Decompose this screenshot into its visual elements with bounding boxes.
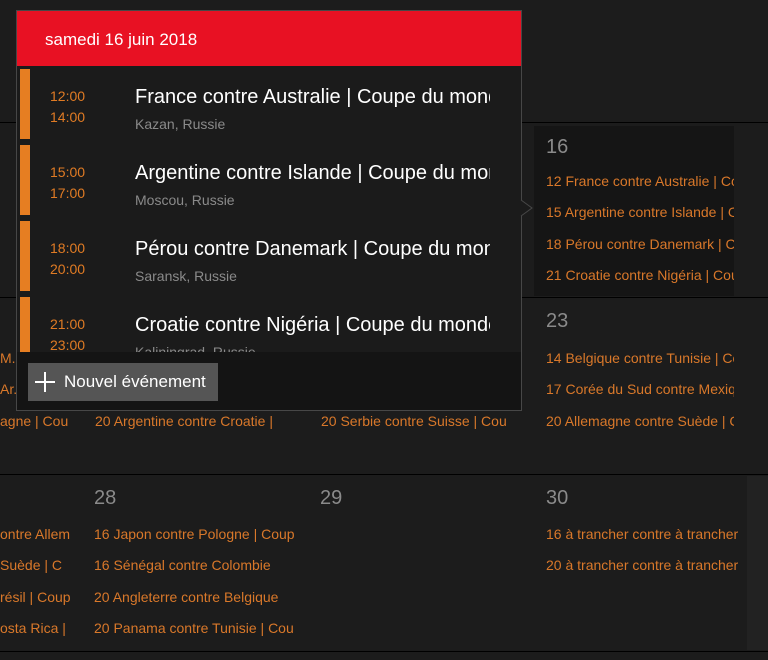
day-number: 16 (546, 136, 569, 158)
day-number: 23 (546, 310, 569, 332)
appointment-color-bar (20, 69, 30, 139)
calendar-event-fragment[interactable]: agne | Cou (0, 413, 70, 429)
calendar-event-fragment[interactable]: Suède | C (0, 557, 70, 573)
appointment-item[interactable]: 12:00 14:00 France contre Australie | Co… (17, 69, 521, 139)
calendar-event-fragment[interactable]: résil | Coup (0, 589, 70, 605)
appointment-color-bar (20, 145, 30, 215)
appointment-color-bar (20, 221, 30, 291)
appointment-start-time: 12:00 (50, 88, 86, 104)
appointment-end-time: 14:00 (50, 109, 86, 125)
appointment-end-time: 20:00 (50, 261, 86, 277)
calendar-event[interactable]: 20 Panama contre Tunisie | Coupe du mond… (94, 620, 294, 636)
calendar-event[interactable]: 21 Croatie contre Nigéria | Coupe du mon… (546, 267, 734, 283)
flyout-header: samedi 16 juin 2018 (17, 11, 521, 66)
flyout-date-title: samedi 16 juin 2018 (45, 30, 198, 49)
calendar-event[interactable]: 14 Belgique contre Tunisie | Coupe du mo… (546, 350, 734, 366)
appointment-item[interactable]: 21:00 23:00 Croatie contre Nigéria | Cou… (17, 297, 521, 352)
day-details-flyout: samedi 16 juin 2018 12:00 14:00 France c… (16, 10, 522, 411)
new-event-label: Nouvel événement (64, 372, 206, 391)
appointment-title: Argentine contre Islande | Coupe du mond… (135, 162, 490, 184)
day-number: 30 (546, 487, 569, 509)
calendar-event[interactable]: 20 à trancher contre à trancher (546, 557, 746, 573)
flyout-footer: Nouvel événement (17, 352, 521, 410)
appointment-start-time: 21:00 (50, 316, 86, 332)
calendar-event[interactable]: 20 Angleterre contre Belgique (94, 589, 294, 605)
calendar-event[interactable]: 16 à trancher contre à trancher (546, 526, 746, 542)
calendar-event-fragment[interactable]: ontre Allem (0, 526, 70, 542)
appointment-list[interactable]: 12:00 14:00 France contre Australie | Co… (17, 66, 521, 352)
calendar-event[interactable]: 20 Allemagne contre Suède | Coupe du mon… (546, 413, 734, 429)
day-cell-23[interactable]: 23 14 Belgique contre Tunisie | Coupe du… (534, 300, 734, 470)
day-cell-28[interactable]: 28 16 Japon contre Pologne | Coupe du mo… (82, 477, 296, 649)
plus-icon (34, 371, 56, 393)
day-number: 29 (320, 487, 343, 509)
calendar-event[interactable]: 16 Japon contre Pologne | Coupe du monde (94, 526, 294, 542)
appointment-end-time: 17:00 (50, 185, 86, 201)
appointment-location: Kazan, Russie (135, 116, 226, 132)
calendar-event[interactable]: 18 Pérou contre Danemark | Coupe du mond… (546, 236, 734, 252)
calendar-event[interactable]: 12 France contre Australie | Coupe du mo… (546, 173, 734, 189)
calendar-event[interactable]: 17 Corée du Sud contre Mexique (546, 381, 734, 397)
day-number: 28 (94, 487, 117, 509)
calendar-event[interactable]: 15 Argentine contre Islande | Coupe du m… (546, 204, 734, 220)
calendar-event[interactable]: 20 Argentine contre Croatie | (95, 413, 295, 429)
calendar-event-fragment[interactable]: osta Rica | (0, 620, 66, 636)
appointment-start-time: 18:00 (50, 240, 86, 256)
appointment-end-time: 23:00 (50, 337, 86, 352)
appointment-title: France contre Australie | Coupe du monde (135, 86, 490, 108)
appointment-start-time: 15:00 (50, 164, 86, 180)
appointment-title: Pérou contre Danemark | Coupe du monde (135, 238, 490, 260)
day-cell-16[interactable]: 16 12 France contre Australie | Coupe du… (534, 126, 734, 296)
flyout-pointer-icon (520, 200, 533, 216)
new-event-button[interactable]: Nouvel événement (28, 363, 218, 401)
week-divider (0, 651, 768, 652)
day-cell-30[interactable]: 30 16 à trancher contre à trancher 20 à … (534, 477, 748, 649)
appointment-location: Moscou, Russie (135, 192, 235, 208)
appointment-location: Saransk, Russie (135, 268, 237, 284)
appointment-location: Kaliningrad, Russie (135, 344, 256, 352)
appointment-color-bar (20, 297, 30, 352)
appointment-item[interactable]: 15:00 17:00 Argentine contre Islande | C… (17, 145, 521, 215)
scrollbar-track[interactable] (747, 476, 768, 650)
appointment-title: Croatie contre Nigéria | Coupe du monde (135, 314, 490, 336)
calendar-event[interactable]: 16 Sénégal contre Colombie (94, 557, 294, 573)
week-divider (0, 474, 768, 475)
appointment-item[interactable]: 18:00 20:00 Pérou contre Danemark | Coup… (17, 221, 521, 291)
calendar-event[interactable]: 20 Serbie contre Suisse | Cou (321, 413, 521, 429)
day-cell-29[interactable]: 29 (308, 477, 522, 649)
